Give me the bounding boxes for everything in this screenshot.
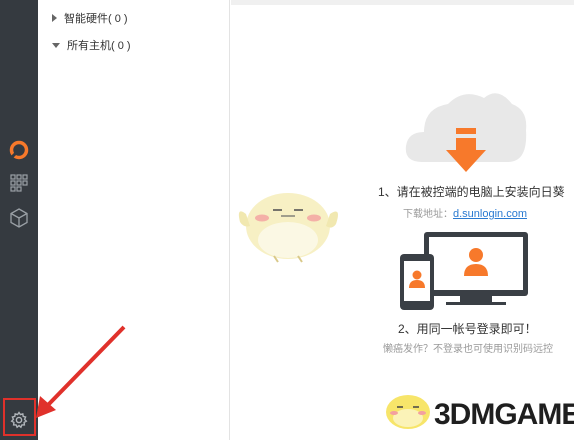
step2-title: 2、用同一帐号登录即可！ [398, 322, 537, 336]
settings-gear-icon[interactable] [6, 407, 32, 433]
tree-item-label: 智能硬件( 0 ) [64, 13, 128, 25]
download-line: 下载地址：d.sunlogin.com [403, 205, 527, 220]
tree-item-all-hosts[interactable]: 所有主机( 0 ) [52, 36, 131, 54]
expand-arrow-icon[interactable] [52, 14, 57, 22]
collapse-arrow-icon[interactable] [52, 42, 60, 48]
grid-apps-icon[interactable] [6, 170, 32, 196]
tree-item-smart-hardware[interactable]: 智能硬件( 0 ) [52, 9, 128, 27]
mascot-illustration [238, 193, 338, 263]
watermark-text: 3DMGAME [434, 398, 574, 431]
download-label: 下载地址： [403, 209, 453, 220]
top-strip [231, 0, 574, 5]
cube-icon[interactable] [6, 205, 32, 231]
left-sidebar [0, 0, 38, 440]
step2-note: 懒癌发作？不登录也可使用识别码远控 [383, 344, 553, 355]
step1-title: 1、请在被控端的电脑上安装向日葵 [378, 185, 565, 199]
devices-icon [400, 232, 528, 310]
sunlogin-logo-icon[interactable] [6, 137, 32, 163]
download-link[interactable]: d.sunlogin.com [453, 208, 527, 220]
tree-item-label: 所有主机( 0 ) [67, 40, 131, 52]
device-tree-panel: 智能硬件( 0 ) 所有主机( 0 ) [38, 0, 230, 440]
watermark-mascot-icon [386, 395, 430, 429]
cloud-download-icon [405, 93, 527, 172]
